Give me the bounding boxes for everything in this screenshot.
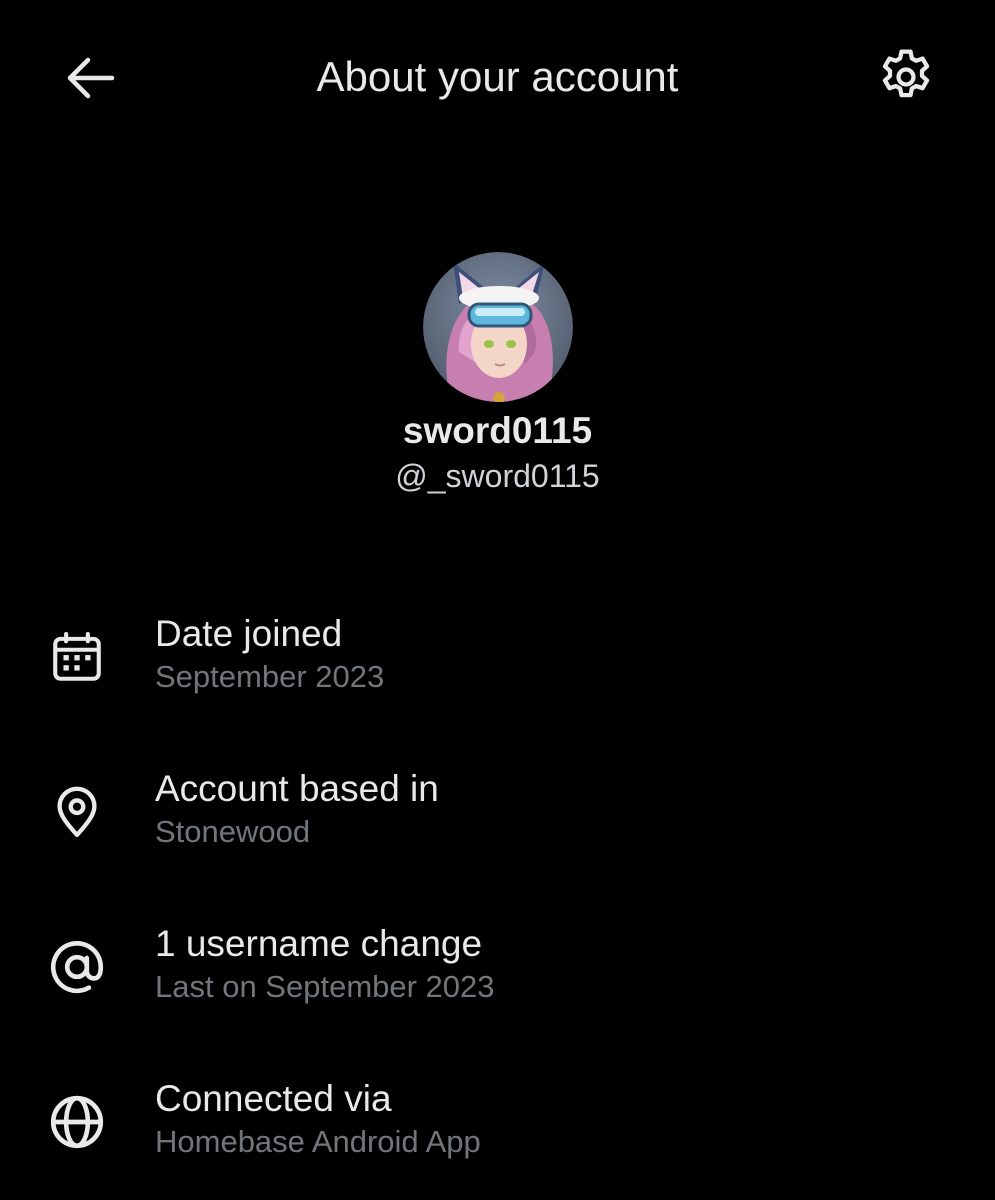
info-subtitle: Stonewood bbox=[155, 814, 311, 849]
back-button[interactable] bbox=[58, 50, 122, 106]
info-row-username-change: 1 username change Last on September 2023 bbox=[0, 910, 995, 1020]
info-subtitle: September 2023 bbox=[155, 659, 385, 694]
info-title: Date joined bbox=[155, 613, 343, 654]
info-title: 1 username change bbox=[155, 923, 483, 964]
at-sign-icon bbox=[50, 941, 104, 994]
info-title: Account based in bbox=[155, 768, 439, 809]
page-title: About your account bbox=[316, 53, 679, 100]
location-pin-icon bbox=[57, 786, 97, 838]
calendar-icon bbox=[53, 631, 101, 681]
info-row-date-joined: Date joined September 2023 bbox=[0, 600, 995, 710]
top-bar: About your account bbox=[0, 0, 995, 155]
profile-summary: sword0115 @_sword0115 bbox=[0, 252, 995, 496]
info-subtitle: Homebase Android App bbox=[155, 1124, 481, 1159]
info-title: Connected via bbox=[155, 1078, 392, 1119]
display-name: sword0115 bbox=[402, 410, 593, 451]
gear-icon bbox=[882, 49, 930, 98]
avatar[interactable] bbox=[422, 252, 573, 402]
arrow-left-icon bbox=[67, 57, 115, 99]
info-subtitle: Last on September 2023 bbox=[155, 969, 495, 1004]
info-row-connected-via: Connected via Homebase Android App bbox=[0, 1065, 995, 1175]
username-handle: @_sword0115 bbox=[395, 458, 600, 494]
globe-icon bbox=[50, 1095, 104, 1149]
info-row-account-location: Account based in Stonewood bbox=[0, 755, 995, 865]
settings-button[interactable] bbox=[870, 44, 942, 110]
